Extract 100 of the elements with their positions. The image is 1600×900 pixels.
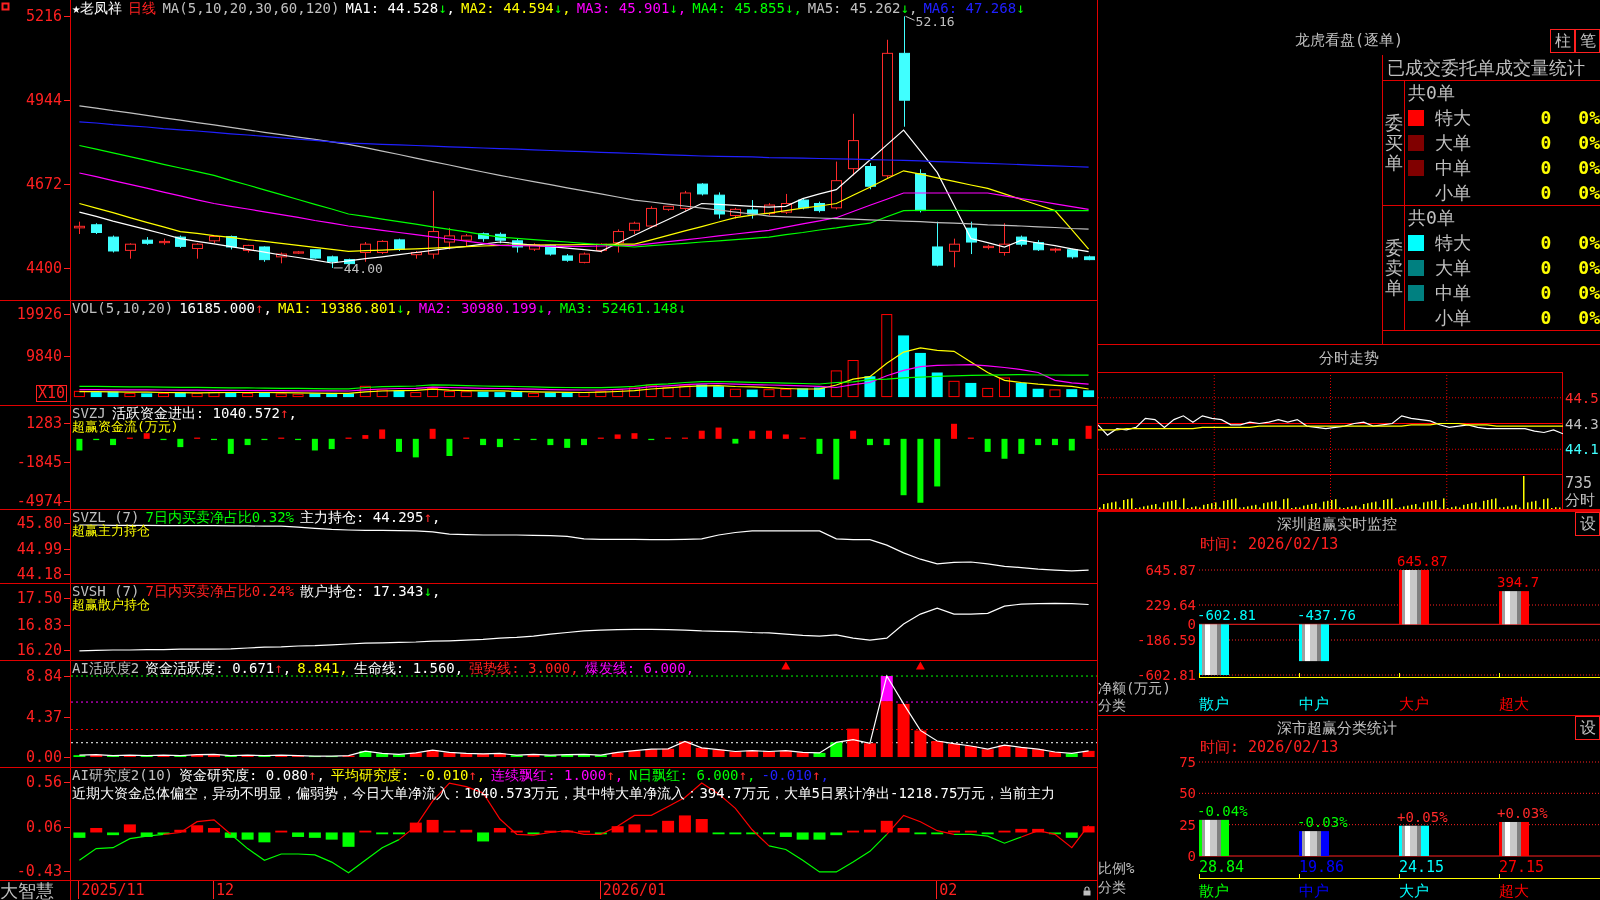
legend-text: MA5: 45.262↓, [807, 1, 918, 15]
axis-label: 45.80 [16, 515, 62, 532]
axis-label: -186.59 [1137, 632, 1196, 648]
legend-text: -0.010↑, [761, 768, 829, 782]
change-label: +0.05% [1397, 808, 1448, 825]
axis-label: 19926 [16, 306, 62, 323]
price-extreme-label: 44.00 [333, 260, 383, 276]
row-label: 大单 [1435, 255, 1471, 280]
axis-label: 4672 [25, 176, 62, 193]
time-label: 时间: 2026/02/13 [1200, 536, 1339, 552]
legend-text: AI研究度2(10) [72, 768, 173, 782]
order-percent: 0% [1578, 157, 1600, 178]
category-label: 超大 [1499, 882, 1529, 900]
axis-label: 0.06 [25, 819, 62, 836]
order-percent: 0% [1578, 182, 1600, 203]
value-label: 645.87 [1397, 553, 1448, 569]
legend-text: MA4: 45.855↓, [692, 1, 802, 15]
legend-text: MA1: 19386.801↓, [277, 301, 413, 315]
legend-text: MA(5,10,20,30,60,120) [162, 1, 340, 15]
legend-text: 平均研究度: -0.010↑, [330, 768, 486, 782]
order-total: 共0单 [1407, 81, 1455, 105]
axis-label: 44.5 [1565, 389, 1599, 406]
order-count: 0 [1540, 107, 1552, 128]
legend-text: 主力持仓: 44.295↑, [300, 510, 441, 524]
change-label: -0.03% [1297, 814, 1348, 831]
legend-text: 资金研究度: 0.080↑, [179, 768, 325, 782]
order-percent: 0% [1578, 282, 1600, 303]
category-label: 中户 [1299, 695, 1329, 713]
order-count: 0 [1540, 157, 1552, 178]
value-label: 28.84 [1199, 858, 1245, 876]
axis-label: -0.43 [16, 863, 62, 880]
axis-label: 1283 [25, 414, 62, 431]
legend-text: 强势线: 3.000, [469, 661, 579, 675]
group-label: 委卖单 [1384, 238, 1403, 298]
legend-text: MA1: 44.528↓, [345, 1, 456, 15]
value-label: 19.86 [1299, 858, 1345, 876]
axis-label: 0 [1187, 616, 1196, 633]
axis-label: 44.1 [1565, 441, 1599, 458]
legend-text: 日线 [128, 1, 157, 15]
legend-text: 7日内买卖净占比0.32% [145, 510, 294, 524]
panel-title: 龙虎看盘(逐单) [1294, 31, 1404, 50]
legend-text: 生命线: 1.560, [353, 661, 464, 675]
axis-label: 44.99 [16, 540, 62, 557]
legend-text: 爆发线: 6.000, [584, 661, 695, 675]
indicator-title: 超赢散户持仓 [71, 598, 150, 611]
row-label: 中单 [1435, 155, 1471, 180]
axis-label: 0.56 [25, 774, 62, 791]
axis-label: 9840 [25, 348, 62, 365]
axis-label: 0.00 [25, 749, 62, 765]
legend-text: MA6: 47.268↓ [923, 1, 1025, 15]
legend-text: SVZJ [72, 406, 106, 420]
value-label: 24.15 [1399, 858, 1445, 876]
order-percent: 0% [1578, 307, 1600, 328]
indicator-title: 超赢主力持仓 [71, 524, 150, 537]
axis-label: 0 [1187, 848, 1196, 864]
panel-title: 分时走势 [1319, 349, 1379, 368]
axis-title: 分类 [1098, 697, 1126, 713]
axis-title: 比例% [1098, 860, 1135, 876]
order-count: 0 [1540, 257, 1552, 278]
legend-text: SVZL (7) [72, 510, 140, 524]
category-label: 中户 [1299, 882, 1329, 900]
price-extreme-label: 52.16 [905, 14, 955, 30]
order-percent: 0% [1578, 107, 1600, 128]
axis-label: 4400 [25, 259, 62, 276]
order-count: 0 [1540, 232, 1552, 253]
legend-text: MA3: 45.901↓, [576, 1, 687, 15]
time-label: 时间: 2026/02/13 [1200, 739, 1339, 755]
value-label: -602.81 [1197, 607, 1256, 624]
row-label: 大单 [1435, 130, 1471, 155]
legend-text: 8.841, [297, 661, 348, 675]
order-percent: 0% [1578, 257, 1600, 278]
legend-text: 资金活跃度: 0.671↑, [145, 661, 292, 675]
group-label: 委买单 [1384, 113, 1403, 173]
axis-label: 735 [1564, 475, 1593, 492]
category-label: 大户 [1399, 882, 1429, 900]
indicator-title: 超赢资金流(万元) [71, 420, 179, 433]
order-count: 0 [1540, 132, 1552, 153]
axis-label: 44.18 [16, 565, 62, 582]
axis-label: 229.64 [1145, 597, 1196, 613]
row-label: 小单 [1435, 180, 1471, 205]
legend-text: 散户持仓: 17.343↓, [300, 584, 441, 598]
category-label: 散户 [1199, 695, 1229, 713]
panel-title: 深市超赢分类统计 [1275, 718, 1398, 738]
legend-text: N日飘红: 6.000↑, [629, 768, 756, 782]
brand-label: 大智慧 [0, 881, 55, 900]
value-label: 27.15 [1499, 858, 1545, 876]
legend-text: VOL(5,10,20) [72, 301, 174, 315]
table-title: 已成交委托单成交量统计 [1383, 55, 1600, 81]
axis-label: 4944 [25, 92, 62, 109]
legend-text: ★老凤祥 [72, 1, 123, 15]
category-label: 大户 [1399, 695, 1429, 713]
legend-text: 连续飘红: 1.000↑, [491, 768, 624, 782]
row-label: 特大 [1435, 230, 1471, 255]
legend-text: MA3: 52461.148↓ [559, 301, 687, 315]
legend-text: MA2: 44.594↓, [461, 1, 571, 15]
date-label: 2025/11 [78, 881, 145, 899]
axis-title: 净额(万元) [1098, 680, 1171, 696]
axis-title: 分时 [1564, 492, 1595, 509]
date-label: 12 [212, 881, 234, 899]
unit-label: X10 [35, 385, 67, 402]
